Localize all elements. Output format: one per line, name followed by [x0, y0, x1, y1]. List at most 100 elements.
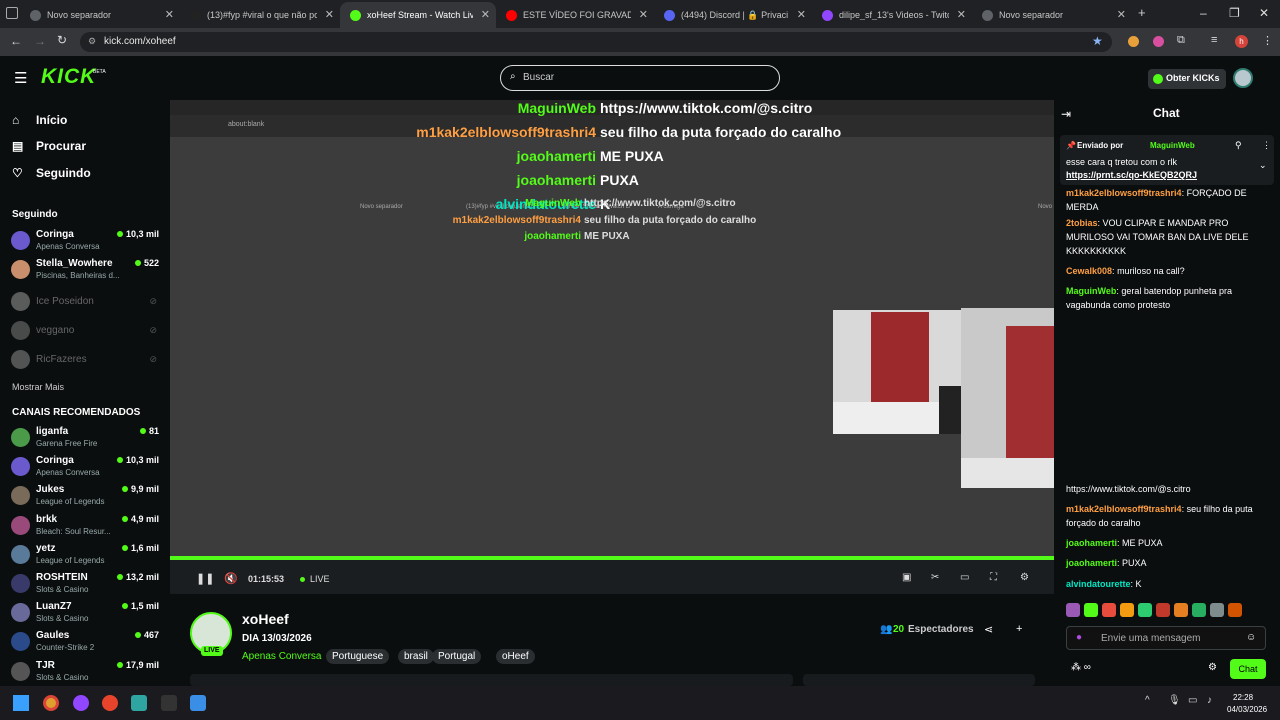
clip-icon[interactable]: ✂: [931, 572, 939, 583]
chat-username[interactable]: alvindatourette: [1066, 579, 1131, 589]
browser-menu-icon[interactable]: ⋮: [1262, 34, 1273, 47]
reload-icon[interactable]: ↻: [57, 33, 67, 47]
tab-close-icon[interactable]: ✕: [165, 8, 174, 21]
windows-start-icon[interactable]: [13, 695, 29, 711]
kicks-icon[interactable]: ⁂ ∞: [1071, 662, 1091, 673]
bookmark-star-icon[interactable]: ★: [1092, 34, 1103, 48]
emote-icon[interactable]: [1174, 603, 1188, 617]
emote-icon[interactable]: [1066, 603, 1080, 617]
stream-tag[interactable]: oHeef: [496, 649, 535, 664]
browser-tab[interactable]: (4494) Discord | 🔒 Privaci ✕: [654, 2, 812, 28]
app-taskbar-icon-4[interactable]: [161, 695, 177, 711]
pinned-more-icon[interactable]: ⋮: [1262, 140, 1271, 151]
app-taskbar-icon-2[interactable]: [102, 695, 118, 711]
forward-icon[interactable]: →: [34, 34, 46, 48]
emote-icon[interactable]: [1192, 603, 1206, 617]
browser-tab[interactable]: (13)#fyp #viral o que não pode ✕: [180, 2, 340, 28]
tab-close-icon[interactable]: ✕: [1117, 8, 1126, 21]
chat-input[interactable]: ● Envie uma mensagem ☺: [1066, 626, 1266, 650]
app-taskbar-icon-3[interactable]: [131, 695, 147, 711]
chat-settings-icon[interactable]: ⚙: [1208, 662, 1217, 673]
chat-username[interactable]: Cewalk008: [1066, 266, 1112, 276]
obter-kicks-button[interactable]: Obter KICKs: [1148, 69, 1226, 89]
tab-close-icon[interactable]: ✕: [325, 8, 334, 21]
pinned-link[interactable]: https://prnt.sc/qo-KkEQB2QRJ: [1066, 170, 1197, 180]
send-chat-button[interactable]: Chat: [1230, 659, 1266, 679]
chat-username[interactable]: joaohamerti: [1066, 538, 1117, 548]
recommended-channel[interactable]: LuanZ7 Slots & Casino 1,5 mil: [11, 601, 161, 627]
tray-volume-icon[interactable]: ♪: [1207, 695, 1212, 706]
follow-icon[interactable]: +: [1016, 623, 1022, 635]
volume-icon[interactable]: 🔇: [224, 572, 238, 585]
emote-icon[interactable]: [1102, 603, 1116, 617]
chat-username[interactable]: 2tobias: [1066, 218, 1098, 228]
collapse-chat-icon[interactable]: ⇥: [1061, 107, 1071, 121]
emote-icon[interactable]: [1210, 603, 1224, 617]
tab-close-icon[interactable]: ✕: [957, 8, 966, 21]
recommended-channel[interactable]: Gaules Counter-Strike 2 467: [11, 630, 161, 656]
sidebar-nav-heart[interactable]: ♡ Seguindo: [12, 166, 91, 180]
offline-channel[interactable]: Ice Poseidon ⊘: [11, 290, 161, 316]
extensions-puzzle-icon[interactable]: ⧉: [1177, 34, 1185, 47]
chat-username[interactable]: m1kak2elblowsoff9trashri4: [1066, 504, 1182, 514]
pinned-pin-icon[interactable]: ⚲: [1235, 140, 1242, 151]
emote-icon[interactable]: [1120, 603, 1134, 617]
stream-tag[interactable]: Portugal: [432, 649, 482, 664]
emote-icon[interactable]: [1084, 603, 1098, 617]
emote-icon[interactable]: [1138, 603, 1152, 617]
browser-tab[interactable]: ESTE VÍDEO FOI GRAVADO E P ✕: [496, 2, 654, 28]
recommended-channel[interactable]: ROSHTEIN Slots & Casino 13,2 mil: [11, 572, 161, 598]
minimize-icon[interactable]: –: [1200, 6, 1207, 20]
tab-close-icon[interactable]: ✕: [481, 8, 490, 21]
chrome-taskbar-icon[interactable]: [43, 695, 59, 711]
theater-icon[interactable]: ▭: [960, 572, 969, 583]
show-more-link[interactable]: Mostrar Mais: [12, 382, 64, 392]
fullscreen-icon[interactable]: ⛶: [990, 572, 997, 583]
stream-tag[interactable]: Portuguese: [326, 649, 390, 664]
profile-avatar[interactable]: h: [1235, 35, 1248, 48]
streamer-name[interactable]: xoHeef: [242, 611, 289, 627]
emote-icon[interactable]: [1228, 603, 1242, 617]
address-bar[interactable]: ⚙ kick.com/xoheef ★: [80, 32, 1112, 52]
miniplayer-icon[interactable]: ▣: [902, 572, 911, 583]
search-input[interactable]: ⌕ Buscar: [500, 65, 780, 91]
close-window-icon[interactable]: ✕: [1259, 6, 1269, 20]
followed-channel[interactable]: Coringa Apenas Conversa 10,3 mil: [11, 229, 161, 255]
recommended-channel[interactable]: TJR Slots & Casino 17,9 mil: [11, 660, 161, 686]
recommended-channel[interactable]: brkk Bleach: Soul Resur... 4,9 mil: [11, 514, 161, 540]
site-info-icon[interactable]: ⚙: [88, 36, 96, 47]
extension-icon-2[interactable]: [1153, 36, 1164, 47]
extension-icon[interactable]: [1128, 36, 1139, 47]
pause-icon[interactable]: ❚❚: [196, 572, 214, 585]
pinned-by-user[interactable]: MaguinWeb: [1150, 141, 1195, 150]
offline-channel[interactable]: veggano ⊘: [11, 319, 161, 345]
new-tab-icon[interactable]: +: [1138, 5, 1146, 20]
tab-search-icon[interactable]: [6, 7, 18, 19]
tab-close-icon[interactable]: ✕: [639, 8, 648, 21]
tray-mic-icon[interactable]: 🎙: [1168, 695, 1181, 706]
app-taskbar-icon-5[interactable]: [190, 695, 206, 711]
sidebar-nav-home[interactable]: ⌂ Início: [12, 113, 67, 127]
chat-username[interactable]: m1kak2elblowsoff9trashri4: [1066, 188, 1182, 198]
stream-tag[interactable]: brasil: [398, 649, 434, 664]
tray-network-icon[interactable]: ▭: [1188, 695, 1197, 706]
followed-channel[interactable]: Stella_Wowhere Piscinas, Banheiras d... 52…: [11, 258, 161, 284]
browser-tab[interactable]: xoHeef Stream - Watch Live on ✕: [340, 2, 496, 28]
kick-logo[interactable]: KICK: [41, 65, 96, 89]
app-taskbar-icon[interactable]: [73, 695, 89, 711]
offline-channel[interactable]: RicFazeres ⊘: [11, 348, 161, 374]
share-icon[interactable]: ⋖: [984, 623, 993, 636]
tab-close-icon[interactable]: ✕: [797, 8, 806, 21]
tray-chevron-icon[interactable]: ^: [1145, 695, 1150, 706]
reading-list-icon[interactable]: ≡: [1211, 34, 1217, 46]
browser-tab[interactable]: Novo separador ✕: [972, 2, 1132, 28]
recommended-channel[interactable]: liganfa Garena Free Fire 81: [11, 426, 161, 452]
emoji-icon[interactable]: ☺: [1246, 632, 1256, 643]
recommended-channel[interactable]: Jukes League of Legends 9,9 mil: [11, 484, 161, 510]
mic-icon[interactable]: ●: [1076, 632, 1082, 643]
chat-username[interactable]: joaohamerti: [1066, 558, 1117, 568]
settings-icon[interactable]: ⚙: [1020, 572, 1029, 583]
chat-username[interactable]: MaguinWeb: [1066, 286, 1116, 296]
user-avatar[interactable]: [1233, 68, 1253, 88]
back-icon[interactable]: ←: [10, 34, 22, 48]
